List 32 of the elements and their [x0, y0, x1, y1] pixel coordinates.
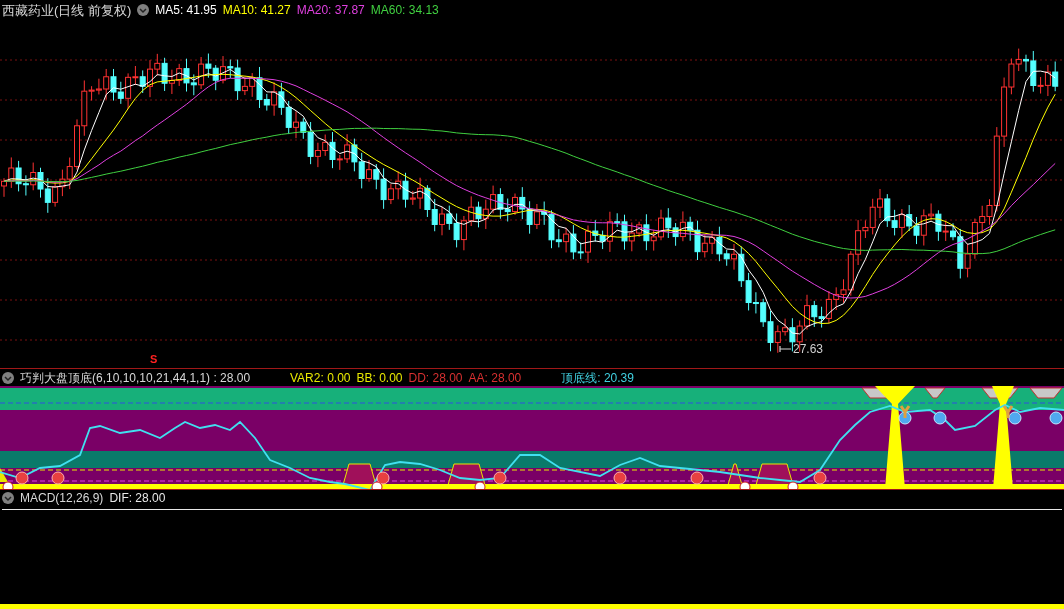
- signal-ball: [613, 471, 627, 485]
- figure-icon: [1002, 404, 1014, 420]
- dropdown-icon[interactable]: [2, 371, 14, 384]
- stock-title: 西藏药业(日线 前复权): [2, 3, 132, 17]
- macd-dif-value: DIF: 28.00: [109, 491, 166, 504]
- signal-marker: S: [150, 354, 158, 365]
- signal-ball: [1049, 411, 1063, 425]
- moving-average-value: MA5: 41.95: [155, 4, 217, 16]
- signal-ball: [813, 471, 827, 485]
- indicator-title: 巧判大盘顶底(6,10,10,10,21,44,1,1) : 28.00: [20, 371, 252, 384]
- signal-ball: [898, 411, 912, 425]
- indicator-line-value: 顶底线: 20.39: [561, 371, 634, 384]
- moving-average-value: MA20: 37.87: [296, 4, 365, 16]
- signal-ball: [1008, 411, 1022, 425]
- figure-icon: [899, 404, 911, 420]
- dropdown-icon[interactable]: [2, 491, 14, 504]
- notch-marker: [1029, 387, 1063, 399]
- dropdown-icon[interactable]: [137, 4, 150, 16]
- macd-title: MACD(12,26,9): [20, 491, 104, 504]
- indicator-value: BB: 0.00: [356, 371, 403, 384]
- indicator-value: VAR2: 0.00: [290, 371, 351, 384]
- moving-average-value: MA10: 41.27: [222, 4, 291, 16]
- signal-ball: [493, 471, 507, 485]
- signal-ball: [51, 471, 65, 485]
- notch-marker: [924, 387, 946, 399]
- indicator-value: DD: 28.00: [408, 371, 463, 384]
- indicator-value: AA: 28.00: [468, 371, 522, 384]
- signal-ball: [690, 471, 704, 485]
- moving-average-value: MA60: 34.13: [370, 4, 439, 16]
- arrow-icon: [779, 345, 792, 353]
- low-price-label: 27.63: [793, 343, 824, 355]
- signal-ball: [933, 411, 947, 425]
